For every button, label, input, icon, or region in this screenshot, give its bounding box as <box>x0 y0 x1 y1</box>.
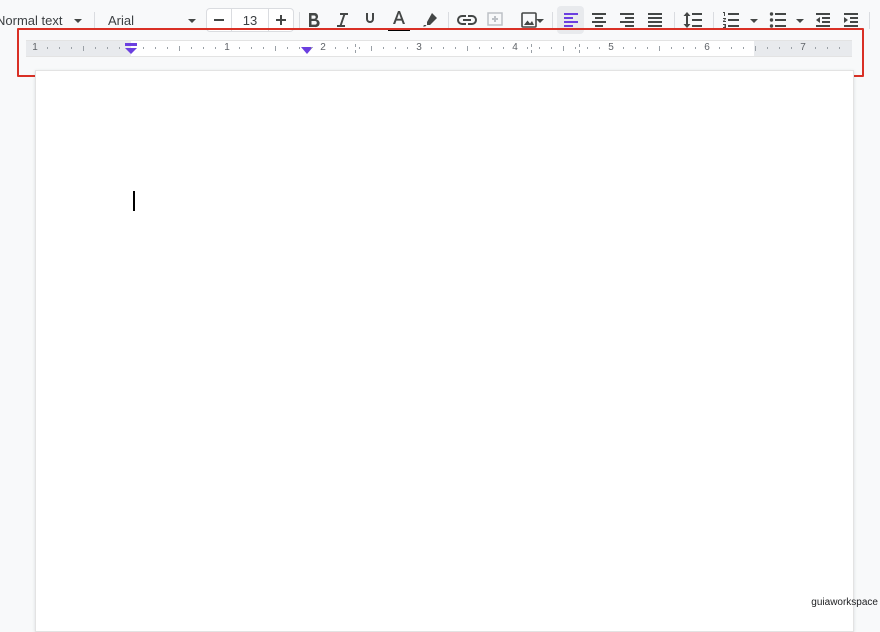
horizontal-ruler-area: 1 1 2 3 4 5 6 7 <box>0 28 880 77</box>
toolbar-divider <box>674 12 675 29</box>
chevron-down-icon <box>750 19 758 23</box>
text-cursor <box>133 191 135 211</box>
italic-icon <box>337 13 348 27</box>
toolbar-divider <box>299 12 300 29</box>
highlight-icon <box>423 13 437 27</box>
chevron-down-icon <box>536 19 544 23</box>
toolbar-divider <box>869 12 870 29</box>
bold-icon <box>309 12 320 28</box>
increase-indent-icon <box>844 13 858 27</box>
align-right-icon <box>620 13 634 27</box>
toolbar-divider <box>94 12 95 29</box>
chevron-down-icon <box>188 19 196 23</box>
watermark: guiaworkspace <box>811 597 878 608</box>
underline-icon <box>366 13 374 23</box>
justify-icon <box>648 13 662 27</box>
line-spacing-icon <box>683 12 702 28</box>
comment-icon <box>487 12 503 26</box>
image-icon <box>521 12 537 28</box>
chevron-down-icon <box>74 19 82 23</box>
paragraph-style-label: Normal text <box>0 12 63 28</box>
align-center-icon <box>592 13 606 27</box>
chevron-down-icon <box>796 19 804 23</box>
document-page[interactable] <box>35 70 854 632</box>
font-name-label: Arial <box>108 12 135 28</box>
numbered-list-icon <box>723 12 739 28</box>
toolbar-divider <box>713 12 714 29</box>
bulleted-list-icon <box>769 12 786 28</box>
plus-icon <box>276 15 286 25</box>
decrease-indent-icon <box>816 13 830 27</box>
toolbar-divider <box>552 12 553 29</box>
align-left-icon <box>564 13 578 27</box>
link-icon <box>457 15 477 25</box>
toolbar-divider <box>448 12 449 29</box>
minus-icon <box>214 19 224 21</box>
